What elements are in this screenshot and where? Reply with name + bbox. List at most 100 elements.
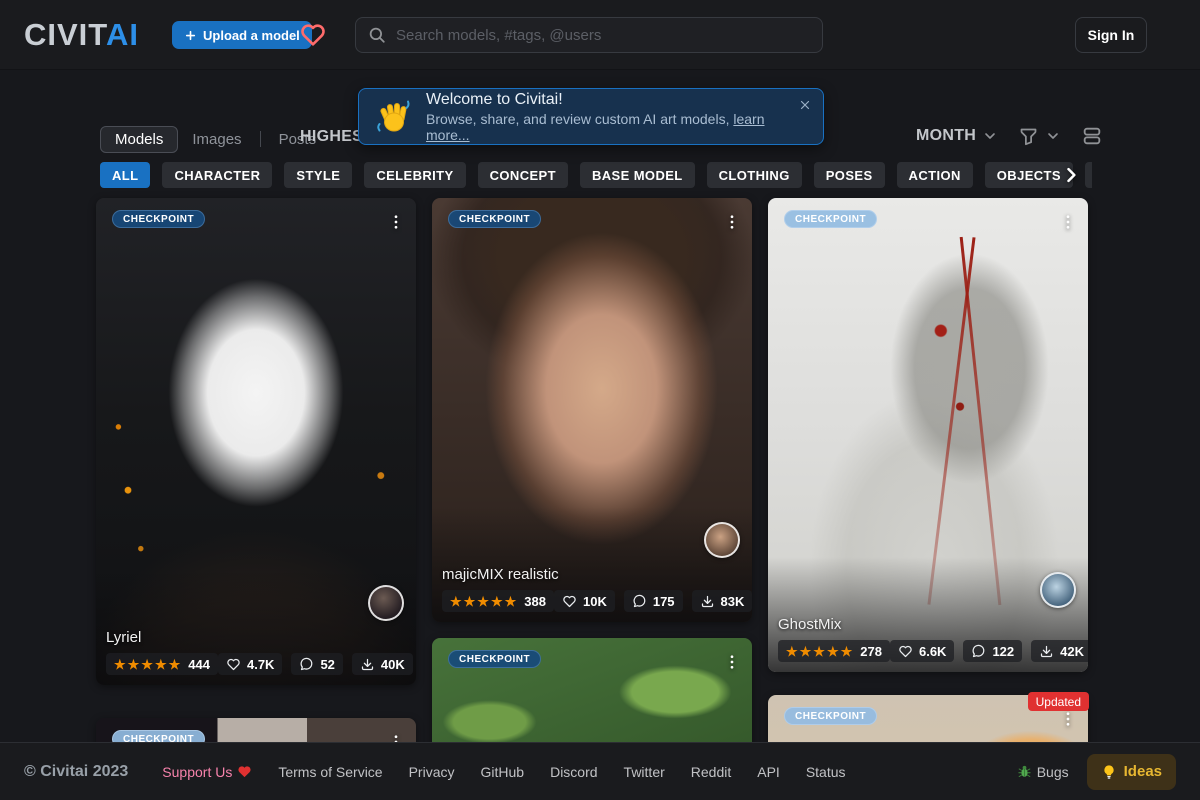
search-bar[interactable] [355,17,823,53]
star-rating: ★★★★★ [450,593,519,609]
creator-avatar[interactable] [1040,572,1076,608]
downloads-pill[interactable]: 40K [351,653,413,675]
card-menu-button[interactable] [718,208,746,236]
logo-civit-text: CIVIT [24,17,106,52]
model-type-badge: CHECKPOINT [112,730,206,742]
category-pill-clothing[interactable]: CLOTHING [706,162,802,188]
footer-link-status[interactable]: Status [806,764,846,780]
downloads-count: 83K [720,593,745,609]
model-card[interactable]: CHECKPOINT GhostMix ★★★★★ 278 6.6K 122 4… [768,198,1088,672]
likes-pill[interactable]: 10K [553,590,615,612]
category-pill-action[interactable]: ACTION [896,162,973,188]
likes-pill[interactable]: 4.7K [217,653,283,675]
dots-vertical-icon [730,215,734,229]
model-card[interactable]: CHECKPOINT [432,638,752,742]
card-menu-button[interactable] [382,208,410,236]
footer-link-reddit[interactable]: Reddit [691,764,731,780]
comments-pill[interactable]: 52 [291,653,343,675]
creator-avatar[interactable] [368,585,404,621]
model-card[interactable]: CHECKPOINT [96,718,416,742]
footer-link-privacy[interactable]: Privacy [409,764,455,780]
card-info: GhostMix ★★★★★ 278 6.6K 122 42K [768,610,1088,672]
category-pill-poses[interactable]: POSES [813,162,885,188]
lightbulb-icon [1101,764,1117,780]
search-icon [368,26,386,44]
rating-pill[interactable]: ★★★★★ 388 [442,590,554,612]
category-pill-background[interactable]: BACKGROUND [1084,162,1092,188]
model-card[interactable]: Updated CHECKPOINT [768,692,1089,742]
sign-in-button[interactable]: Sign In [1075,17,1147,53]
rating-pill[interactable]: ★★★★★ 444 [106,653,218,675]
comments-pill[interactable]: 122 [963,640,1023,662]
filter-icon[interactable] [1018,126,1039,147]
comment-icon [632,594,647,609]
creator-avatar[interactable] [704,522,740,558]
banner-title: Welcome to Civitai! [426,90,563,108]
footer-link-api[interactable]: API [757,764,780,780]
support-heart-icon [237,764,252,779]
heart-icon [562,594,577,609]
card-menu-button[interactable] [382,728,410,742]
category-pill-base-model[interactable]: BASE MODEL [579,162,695,188]
rating-pill[interactable]: ★★★★★ 278 [778,640,890,662]
search-input[interactable] [396,26,810,44]
footer: © Civitai 2023 Support Us Terms of Servi… [0,742,1200,800]
card-menu-button[interactable] [718,648,746,676]
favorites-heart-icon[interactable] [297,19,329,51]
downloads-pill[interactable]: 83K [691,590,752,612]
model-card[interactable]: CHECKPOINT majicMIX realistic ★★★★★ 388 … [432,198,752,622]
comment-icon [299,657,314,672]
heart-icon [226,657,241,672]
chevron-down-icon[interactable] [982,128,998,144]
chevron-down-icon[interactable] [1045,128,1061,144]
comments-count: 52 [320,656,335,672]
model-title: majicMIX realistic [442,566,559,583]
model-title: Lyriel [106,629,142,646]
categories-scroll-button[interactable] [1058,162,1084,188]
footer-link-github[interactable]: GitHub [481,764,525,780]
footer-link-discord[interactable]: Discord [550,764,597,780]
footer-link-terms[interactable]: Terms of Service [278,764,382,780]
list-controls: MONTH [916,125,1103,147]
comments-pill[interactable]: 175 [623,590,683,612]
bugs-link[interactable]: Bugs [1017,764,1069,780]
category-pill-style[interactable]: STYLE [284,162,353,188]
upload-model-label: Upload a model [203,27,300,43]
upload-model-button[interactable]: Upload a model [172,21,312,49]
bug-icon [1017,764,1032,779]
ideas-button[interactable]: Ideas [1086,753,1176,790]
civitai-logo[interactable]: CIVITAI [24,17,139,53]
footer-links: Support Us Terms of Service Privacy GitH… [162,764,845,780]
category-pill-concept[interactable]: CONCEPT [477,162,568,188]
downloads-count: 42K [1060,643,1085,659]
category-filter-bar: ALL CHARACTER STYLE CELEBRITY CONCEPT BA… [100,162,1092,188]
category-pill-celebrity[interactable]: CELEBRITY [364,162,466,188]
layout-rows-icon[interactable] [1081,125,1103,147]
card-menu-button[interactable] [1054,208,1082,236]
dots-vertical-icon [394,215,398,229]
likes-count: 6.6K [918,643,947,659]
chevron-right-icon [1067,167,1076,183]
card-info: majicMIX realistic ★★★★★ 388 10K 175 83K [432,560,752,622]
dots-vertical-icon [1066,712,1070,726]
download-icon [360,657,375,672]
period-dropdown[interactable]: MONTH [916,127,976,145]
star-rating: ★★★★★ [114,656,183,672]
tab-models[interactable]: Models [100,125,179,153]
category-pill-all[interactable]: ALL [100,162,151,188]
likes-pill[interactable]: 6.6K [889,640,955,662]
heart-icon [898,644,913,659]
navbar: CIVITAI Upload a model Sign In [0,0,1200,70]
footer-link-support-us[interactable]: Support Us [162,764,252,780]
tab-images[interactable]: Images [178,127,255,152]
footer-link-twitter[interactable]: Twitter [624,764,665,780]
model-type-badge: CHECKPOINT [448,210,542,228]
likes-count: 4.7K [246,656,275,672]
category-pill-character[interactable]: CHARACTER [162,162,273,188]
model-type-badge: CHECKPOINT [112,210,206,228]
copyright: © Civitai 2023 [24,762,129,780]
banner-close-button[interactable] [795,95,815,115]
welcome-banner: Welcome to Civitai! Browse, share, and r… [358,88,824,145]
downloads-pill[interactable]: 42K [1031,640,1088,662]
model-card[interactable]: CHECKPOINT Lyriel ★★★★★ 444 4.7K 52 40K [96,198,416,685]
